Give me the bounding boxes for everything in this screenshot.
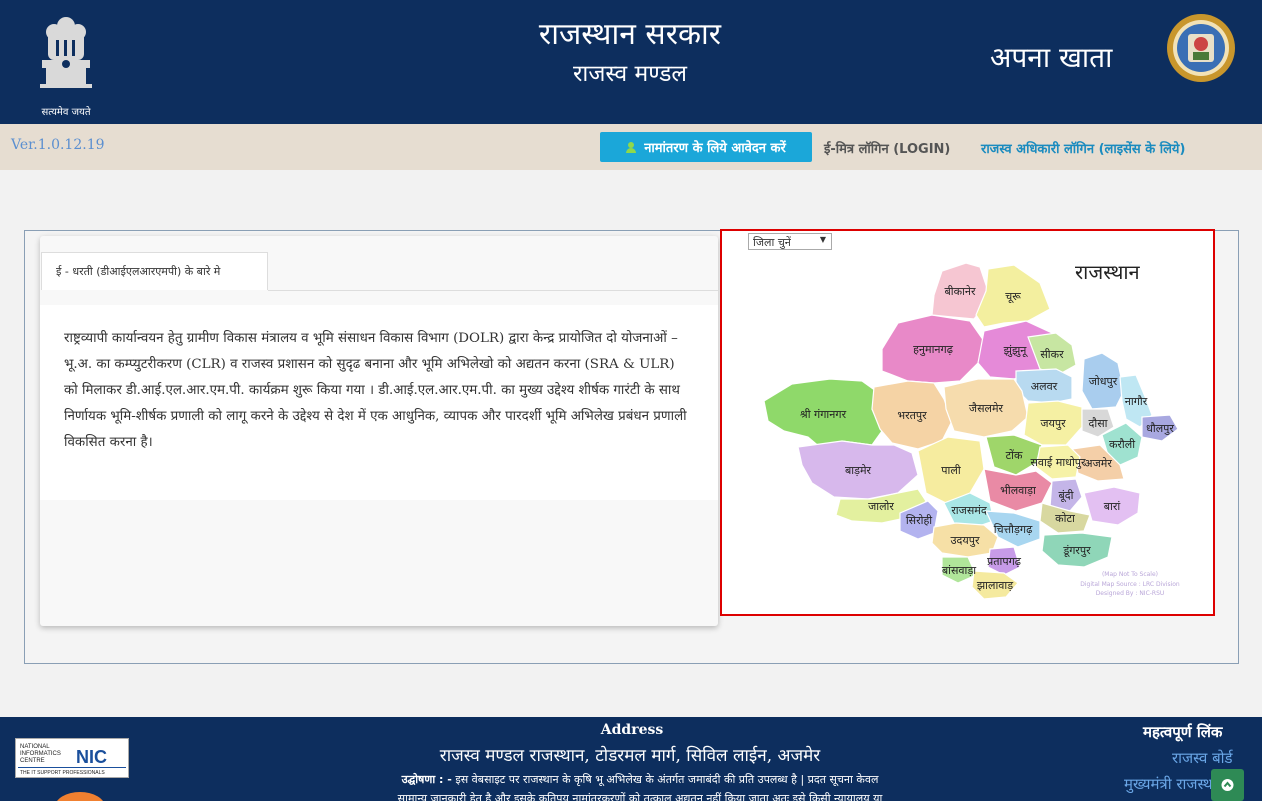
chief-minister-link[interactable]: मुख्यमंत्री राजस्थान — [1124, 774, 1225, 794]
district-label: भीलवाड़ा — [1000, 484, 1036, 497]
district-label: हनुमानगढ़ — [913, 343, 954, 356]
district-label: जोधपुर — [1089, 375, 1118, 388]
district-label: झालावाड़ — [977, 579, 1013, 592]
ashoka-emblem-icon — [40, 17, 92, 88]
nic-line3: CENTRE — [20, 758, 45, 764]
district-label: बारां — [1104, 500, 1121, 513]
disclaimer-line1: इस वेबसाइट पर राजस्थान के कृषि भू अभिलेख… — [455, 773, 879, 786]
district-label: अजमेर — [1084, 457, 1112, 470]
district-label: झुंझुनू — [1004, 344, 1029, 358]
nic-line1: NATIONAL — [20, 744, 50, 750]
district-label: नागौर — [1125, 395, 1148, 408]
district-label: करौली — [1109, 438, 1135, 451]
district-label: बीकानेर — [944, 285, 976, 298]
government-title: राजस्थान सरकार — [538, 17, 722, 52]
disclaimer-label: उद्घोषणा : - — [401, 773, 452, 786]
address-text: राजस्व मण्डल राजस्थान, टोडरमल मार्ग, सिव… — [439, 746, 821, 766]
map-note-source: Digital Map Source : LRC Division — [1080, 581, 1180, 588]
district-label: धौलपुर — [1146, 422, 1174, 435]
site-header: सत्यमेव जयते राजस्थान सरकार राजस्व मण्डल… — [0, 0, 1262, 124]
emitra-login-link[interactable]: ई-मित्र लॉगिन (LOGIN) — [824, 139, 950, 157]
district-label: उदयपुर — [951, 534, 980, 547]
top-navbar: Ver.1.0.12.19 नामांतरण के लिये आवेदन करे… — [0, 124, 1262, 170]
district-label: बाड़मेर — [845, 464, 872, 477]
nic-logo: NATIONAL INFORMATICS CENTRE NIC THE IT S… — [15, 738, 129, 778]
about-text: राष्ट्रव्यापी कार्यान्वयन हेतु ग्रामीण व… — [64, 331, 687, 450]
district-label: भरतपुर — [897, 409, 927, 422]
district-label: चित्तौड़गढ़ — [994, 523, 1033, 536]
district-label: प्रतापगढ़ — [987, 555, 1022, 568]
portal-name: अपना खाता — [990, 41, 1113, 74]
district-label: अलवर — [1031, 380, 1058, 393]
nic-logo-icon: NATIONAL INFORMATICS CENTRE NIC THE IT S… — [18, 744, 126, 776]
district-label: टोंक — [1006, 449, 1023, 462]
district-label: सीकर — [1040, 348, 1064, 361]
district-label: बूंदी — [1059, 489, 1074, 503]
mutation-apply-button[interactable]: नामांतरण के लिये आवेदन करें — [600, 132, 812, 162]
map-note-scale: (Map Not To Scale) — [1101, 571, 1159, 578]
district-label: राजसमंद — [951, 504, 987, 517]
revenue-board-link[interactable]: राजस्व बोर्ड — [1172, 748, 1233, 768]
tab-about-edharti[interactable]: ई - धरती (डीआईएलआरएमपी) के बारे मे — [41, 252, 268, 290]
disclaimer-line2: सामान्य जानकारी हेतु है और इसके कतिपय ना… — [397, 792, 883, 801]
revenue-board-seal — [1166, 12, 1236, 84]
user-icon — [626, 141, 637, 153]
district-label: जयपुर — [1040, 417, 1066, 430]
district-label: सवाई माधोपुर — [1030, 456, 1086, 469]
map-note-designer: Designed By : NIC-RSU — [1095, 590, 1165, 597]
district-label: पाली — [941, 464, 961, 477]
district-label: कोटा — [1055, 512, 1075, 525]
apply-button-label: नामांतरण के लिये आवेदन करें — [644, 141, 786, 156]
district-label: बांसवाड़ा — [942, 564, 976, 577]
emblem-caption: सत्यमेव जयते — [41, 107, 91, 118]
district-label: डूंगरपुर — [1062, 544, 1091, 558]
important-links-heading: महत्वपूर्ण लिंक — [1143, 723, 1223, 741]
disclaimer: उद्घोषणा : - इस वेबसाइट पर राजस्थान के क… — [330, 770, 950, 801]
district-label: सिरोही — [906, 514, 932, 527]
address-heading: Address — [600, 722, 664, 738]
version-label: Ver.1.0.12.19 — [11, 137, 105, 153]
tab-divider — [268, 290, 718, 291]
scroll-top-button[interactable] — [1211, 769, 1244, 801]
state-emblem: सत्यमेव जयते — [26, 10, 106, 118]
department-name: राजस्व मण्डल — [572, 61, 688, 87]
nic-line2: INFORMATICS — [20, 751, 61, 757]
nic-tagline: THE IT SUPPORT PROFESSIONALS — [20, 770, 105, 776]
district-label: चूरू — [1005, 290, 1021, 304]
district-label: जालोर — [868, 500, 894, 513]
officer-login-link[interactable]: राजस्व अधिकारी लॉगिन (लाइसेंस के लिये) — [981, 139, 1185, 157]
rajasthan-district-map: श्री गंगानगर हनुमानगढ़ बीकानेर चूरू झुंझुनू स… — [763, 262, 1179, 600]
district-label: जैसलमेर — [969, 402, 1004, 415]
arrow-up-icon — [1221, 779, 1234, 791]
nic-acronym: NIC — [76, 747, 107, 767]
seal-logo-icon — [1167, 14, 1235, 82]
district-label: दौसा — [1089, 417, 1108, 430]
district-label: श्री गंगानगर — [800, 408, 847, 421]
